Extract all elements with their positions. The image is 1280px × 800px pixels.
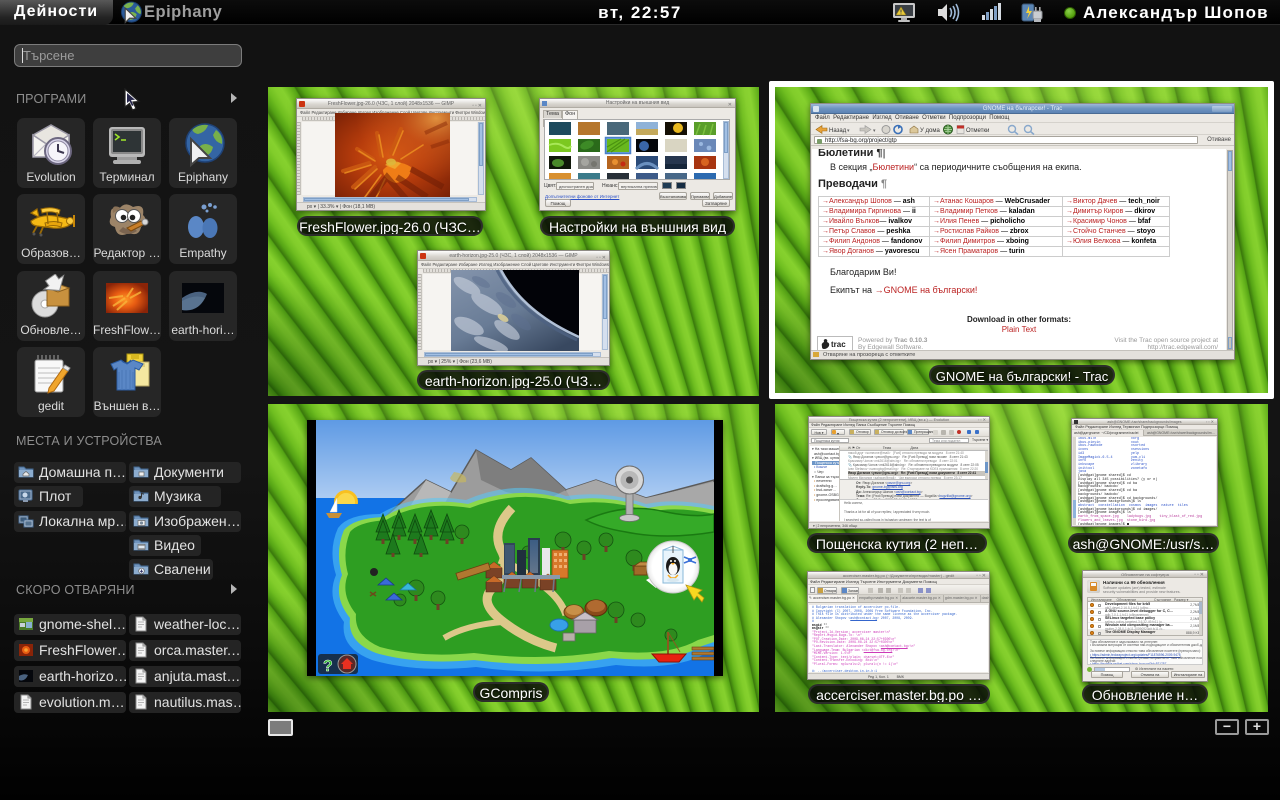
svg-text:У дома: У дома (920, 128, 940, 134)
svg-text:▾: ▾ (847, 128, 850, 134)
svg-text:trac: trac (831, 340, 846, 349)
svg-text:Назад: Назад (829, 128, 847, 134)
svg-text:▾: ▾ (873, 128, 876, 134)
svg-text:?: ? (323, 658, 333, 675)
svg-text:Отметки: Отметки (966, 128, 989, 134)
